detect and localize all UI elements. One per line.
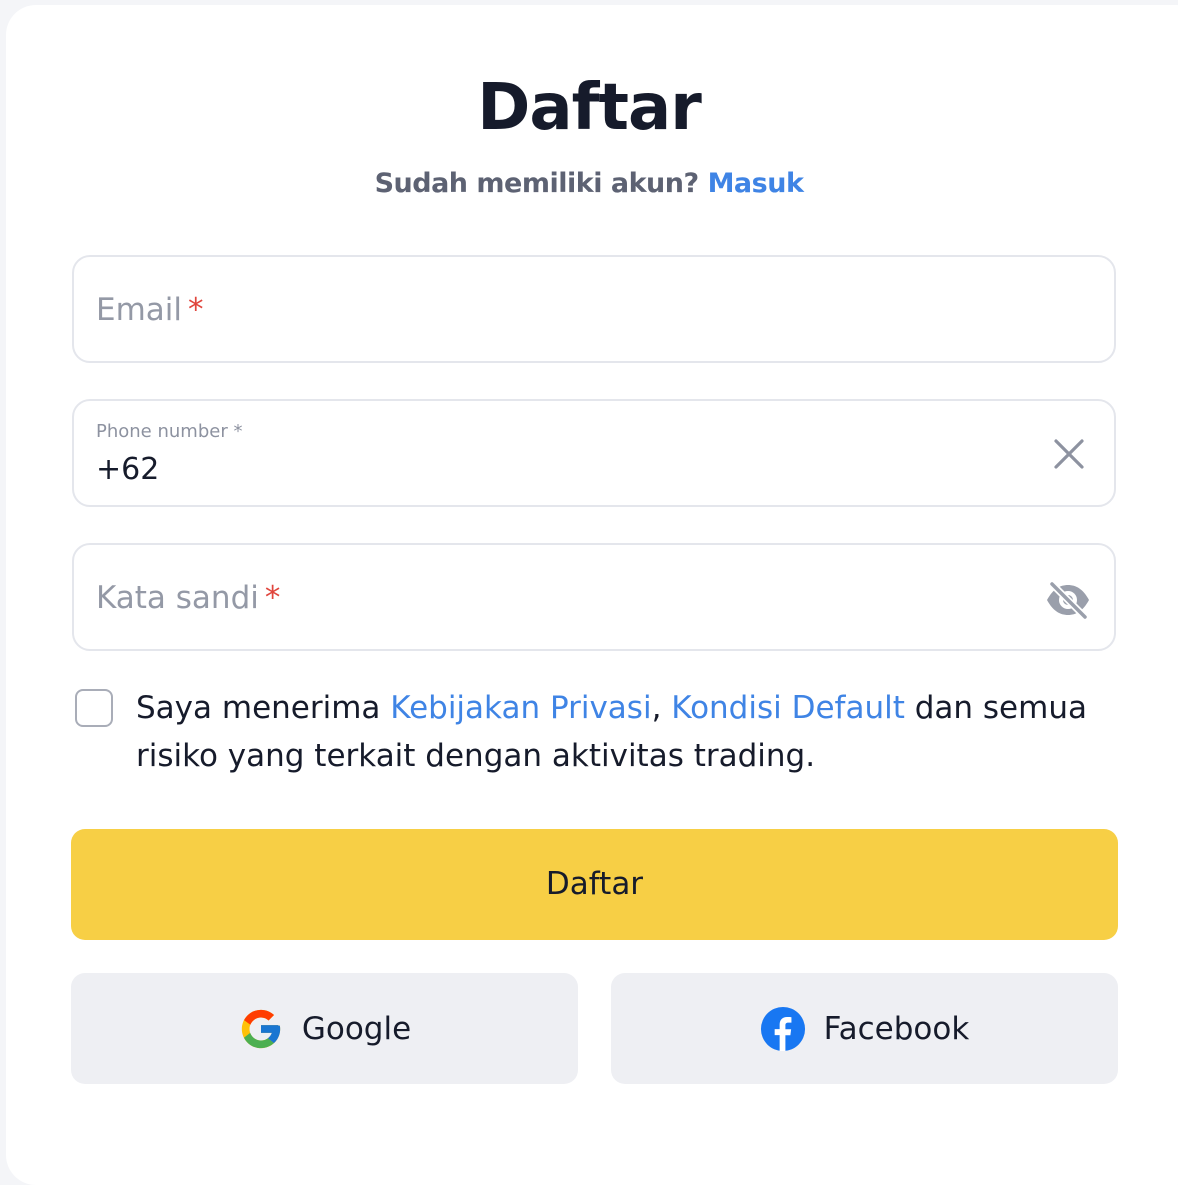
- signup-submit-button[interactable]: Daftar: [71, 829, 1118, 940]
- facebook-button-label: Facebook: [823, 1010, 970, 1047]
- password-required-mark: *: [264, 580, 281, 616]
- login-prompt-text: Sudah memiliki akun?: [374, 168, 700, 199]
- consent-text-before: Saya menerima: [136, 690, 381, 726]
- consent-text: Saya menerima Kebijakan Privasi, Kondisi…: [136, 684, 1096, 780]
- google-signup-button[interactable]: Google: [71, 973, 578, 1084]
- email-placeholder-text: Email: [96, 292, 183, 328]
- facebook-icon: [760, 1006, 805, 1051]
- toggle-password-visibility-button[interactable]: [1044, 579, 1092, 621]
- phone-field[interactable]: Phone number * +62: [72, 399, 1116, 507]
- email-required-mark: *: [188, 292, 204, 328]
- facebook-signup-button[interactable]: Facebook: [611, 973, 1118, 1084]
- consent-checkbox[interactable]: [75, 689, 113, 727]
- page-title: Daftar: [477, 71, 702, 145]
- consent-separator: ,: [651, 690, 662, 726]
- google-icon: [241, 1009, 280, 1048]
- login-prompt: Sudah memiliki akun? Masuk: [0, 166, 1178, 202]
- close-icon: [1054, 439, 1084, 469]
- phone-value[interactable]: +62: [96, 451, 159, 489]
- eye-off-icon: [1047, 580, 1089, 621]
- password-field[interactable]: Kata sandi *: [72, 543, 1116, 651]
- password-placeholder: Kata sandi *: [96, 579, 280, 617]
- email-placeholder: Email *: [96, 291, 204, 329]
- default-conditions-link[interactable]: Kondisi Default: [671, 690, 905, 726]
- login-link[interactable]: Masuk: [708, 168, 804, 199]
- google-button-label: Google: [301, 1010, 412, 1047]
- phone-label: Phone number *: [96, 421, 243, 442]
- privacy-policy-link[interactable]: Kebijakan Privasi: [390, 690, 651, 726]
- password-placeholder-text: Kata sandi: [96, 580, 259, 616]
- email-field[interactable]: Email *: [72, 255, 1116, 363]
- clear-phone-button[interactable]: [1052, 437, 1086, 471]
